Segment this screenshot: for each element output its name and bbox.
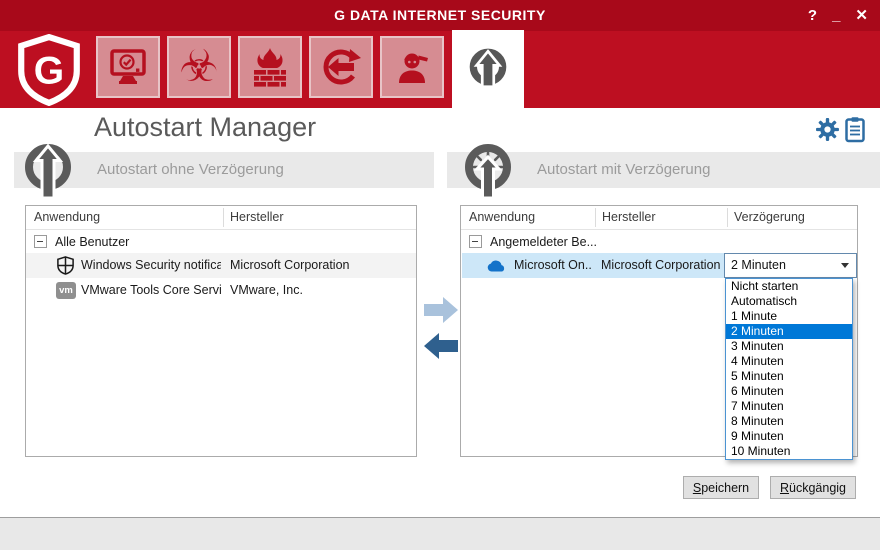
chevron-down-icon (841, 263, 849, 268)
tab-virus-protection[interactable]: ☣ (167, 36, 231, 98)
table-row-selected[interactable]: Microsoft On... Microsoft Corporation 2 … (461, 253, 857, 278)
group-row-angemeldeter-benutzer[interactable]: Angemeldeter Be... (461, 230, 857, 253)
tab-parental-control[interactable] (380, 36, 444, 98)
section-no-delay-label: Autostart ohne Verzögerung (14, 152, 434, 188)
firewall-flame-icon (250, 47, 290, 87)
column-header-anwendung[interactable]: Anwendung (34, 206, 100, 229)
titlebar: G DATA INTERNET SECURITY ? _ ✕ (0, 0, 880, 31)
gdata-window: { "window": { "title": "G DATA INTERNET … (0, 0, 880, 550)
vendor-name: VMware, Inc. (230, 278, 415, 303)
window-title: G DATA INTERNET SECURITY (0, 0, 880, 31)
save-button[interactable]: Speichern (683, 476, 759, 499)
logs-clipboard-icon[interactable] (845, 116, 865, 143)
close-button[interactable]: ✕ (855, 0, 868, 31)
arrow-left-icon (424, 333, 458, 359)
undo-button[interactable]: Rückgängig (770, 476, 856, 499)
table-row[interactable]: Windows Security notifica... Microsoft C… (26, 253, 416, 278)
autostart-no-delay-icon (19, 140, 77, 202)
app-name: Microsoft On... (514, 253, 592, 278)
monitor-check-icon (108, 47, 148, 87)
vmware-icon: vm (56, 282, 76, 299)
person-cap-icon (392, 47, 432, 87)
dropdown-option[interactable]: 4 Minuten (726, 354, 852, 369)
delay-combobox-value: 2 Minuten (731, 254, 786, 277)
status-bar (0, 517, 880, 550)
delay-combobox[interactable]: 2 Minuten (724, 253, 857, 278)
svg-text:G: G (34, 49, 64, 92)
vendor-name: Microsoft Corporation (230, 253, 415, 278)
settings-gear-icon[interactable] (815, 117, 840, 142)
dropdown-option[interactable]: 6 Minuten (726, 384, 852, 399)
dropdown-option[interactable]: 10 Minuten (726, 444, 852, 459)
column-divider[interactable] (727, 208, 728, 227)
page-title: Autostart Manager (94, 112, 316, 143)
dropdown-option[interactable]: 9 Minuten (726, 429, 852, 444)
tab-autostart-manager[interactable] (452, 30, 524, 108)
dropdown-option[interactable]: Nicht starten (726, 279, 852, 294)
tab-backup[interactable] (309, 36, 373, 98)
delay-dropdown-list: Nicht starten Automatisch 1 Minute 2 Min… (725, 278, 853, 460)
dropdown-option[interactable]: 7 Minuten (726, 399, 852, 414)
dropdown-option[interactable]: 3 Minuten (726, 339, 852, 354)
arrow-right-icon (424, 297, 458, 323)
dropdown-option[interactable]: 8 Minuten (726, 414, 852, 429)
gdata-logo: G (12, 34, 86, 106)
column-divider[interactable] (223, 208, 224, 227)
table-header: Anwendung Hersteller (26, 206, 416, 230)
column-header-hersteller[interactable]: Hersteller (230, 206, 284, 229)
tab-firewall[interactable] (238, 36, 302, 98)
onedrive-cloud-icon (485, 258, 507, 273)
windows-security-shield-icon (56, 256, 75, 275)
vendor-name: Microsoft Corporation (601, 253, 723, 278)
help-button[interactable]: ? (808, 0, 817, 31)
table-no-delay: Anwendung Hersteller Alle Benutzer Windo… (25, 205, 417, 457)
collapse-toggle-icon[interactable] (469, 235, 482, 248)
column-header-hersteller[interactable]: Hersteller (602, 206, 656, 229)
section-no-delay: Autostart ohne Verzögerung (14, 152, 434, 188)
app-name: Windows Security notifica... (81, 253, 221, 278)
collapse-toggle-icon[interactable] (34, 235, 47, 248)
autostart-arrow-icon (465, 46, 511, 92)
column-divider[interactable] (595, 208, 596, 227)
tab-security-center[interactable] (96, 36, 160, 98)
group-row-alle-benutzer[interactable]: Alle Benutzer (26, 230, 416, 253)
table-row[interactable]: vm VMware Tools Core Service VMware, Inc… (26, 278, 416, 303)
column-header-anwendung[interactable]: Anwendung (469, 206, 535, 229)
window-controls: ? _ ✕ (808, 0, 868, 31)
gdata-shield-icon: G (12, 34, 86, 106)
app-name: VMware Tools Core Service (81, 278, 221, 303)
dropdown-option[interactable]: 5 Minuten (726, 369, 852, 384)
restore-arrow-icon (321, 47, 361, 87)
biohazard-icon: ☣ (179, 45, 218, 89)
dropdown-option[interactable]: 1 Minute (726, 309, 852, 324)
move-right-button[interactable] (424, 297, 458, 323)
minimize-button[interactable]: _ (832, 0, 840, 31)
move-left-button[interactable] (424, 333, 458, 359)
dropdown-option[interactable]: Automatisch (726, 294, 852, 309)
dropdown-option-selected[interactable]: 2 Minuten (726, 324, 852, 339)
table-header: Anwendung Hersteller Verzögerung (461, 206, 857, 230)
autostart-with-delay-icon (459, 140, 517, 202)
column-header-verzoegerung[interactable]: Verzögerung (734, 206, 805, 229)
